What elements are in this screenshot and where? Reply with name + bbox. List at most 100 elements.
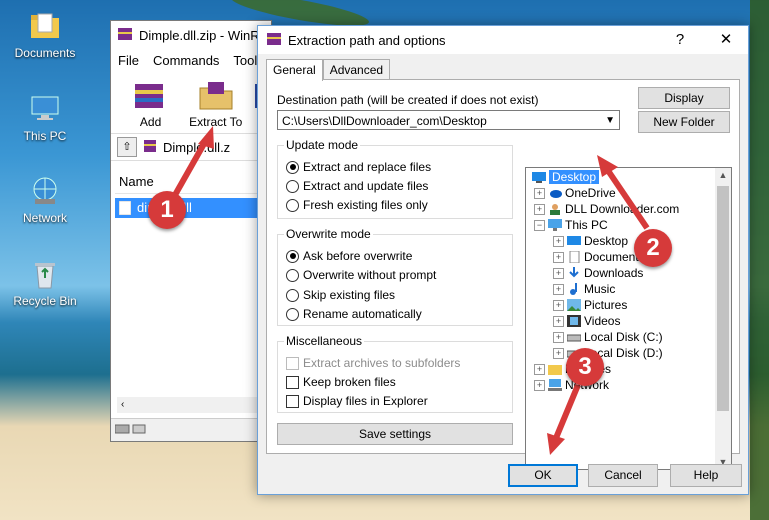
- expand-icon[interactable]: +: [534, 363, 545, 375]
- desktop-icon-this-pc[interactable]: This PC: [10, 93, 80, 143]
- tree-vertical-scrollbar[interactable]: ▲ ▼: [715, 168, 731, 469]
- user-folder-icon: [548, 203, 562, 215]
- computer-icon: [29, 93, 61, 125]
- radio-fresh-existing[interactable]: Fresh existing files only: [286, 198, 428, 212]
- desktop-icon-recycle-bin[interactable]: Recycle Bin: [10, 258, 80, 308]
- expand-icon[interactable]: +: [553, 299, 564, 311]
- tree-item-pictures[interactable]: + Pictures: [553, 297, 627, 313]
- dialog-app-icon: [266, 31, 282, 50]
- dialog-title: Extraction path and options: [288, 32, 446, 48]
- expand-icon[interactable]: +: [553, 331, 564, 343]
- expand-icon[interactable]: +: [553, 347, 564, 359]
- tree-item-label: This PC: [565, 218, 608, 232]
- radio-skip-existing[interactable]: Skip existing files: [286, 288, 395, 302]
- overwrite-mode-group: Overwrite mode Ask before overwrite Over…: [277, 227, 513, 326]
- display-button[interactable]: Display: [638, 87, 730, 109]
- tree-item-downloads[interactable]: + Downloads: [553, 265, 643, 281]
- expand-icon[interactable]: +: [553, 283, 564, 295]
- tree-item-local-disk-c[interactable]: + Local Disk (C:): [553, 329, 663, 345]
- save-settings-button[interactable]: Save settings: [277, 423, 513, 445]
- tree-item-videos[interactable]: + Videos: [553, 313, 620, 329]
- radio-extract-update[interactable]: Extract and update files: [286, 179, 428, 193]
- file-row[interactable]: dimple.dll: [115, 198, 265, 218]
- dialog-title-bar[interactable]: Extraction path and options ? ✕: [258, 26, 748, 54]
- tree-item-documents[interactable]: + Documents: [553, 249, 645, 265]
- checkbox-extract-to-subfolders: Extract archives to subfolders: [286, 356, 460, 370]
- chevron-down-icon: ▼: [605, 115, 615, 126]
- menu-file[interactable]: File: [118, 53, 139, 68]
- palm-leaf-decoration: [750, 0, 769, 520]
- radio-unselected: [286, 307, 299, 321]
- documents-folder-icon: [29, 10, 61, 42]
- close-icon[interactable]: ✕: [706, 26, 746, 54]
- destination-path-combo[interactable]: C:\Users\DllDownloader_com\Desktop ▼: [277, 110, 620, 130]
- computer-icon: [548, 219, 562, 231]
- column-header-name[interactable]: Name: [115, 171, 265, 194]
- winrar-window: Dimple.dll.zip - WinR File Commands Tool…: [110, 20, 272, 442]
- expand-icon[interactable]: +: [553, 251, 564, 263]
- radio-label: Skip existing files: [303, 288, 396, 302]
- expand-icon[interactable]: +: [534, 379, 545, 391]
- add-button[interactable]: Add: [121, 78, 180, 133]
- annotation-badge-1: 1: [148, 191, 186, 229]
- ok-button[interactable]: OK: [508, 464, 578, 487]
- radio-label: Rename automatically: [303, 307, 422, 321]
- help-icon[interactable]: ?: [660, 26, 700, 54]
- winrar-toolbar: Add Extract To T: [111, 71, 271, 134]
- expand-icon[interactable]: +: [553, 315, 564, 327]
- expand-icon[interactable]: +: [534, 203, 545, 215]
- radio-overwrite-without-prompt[interactable]: Overwrite without prompt: [286, 268, 436, 282]
- checkbox-keep-broken-files[interactable]: Keep broken files: [286, 375, 396, 389]
- music-icon: [567, 283, 581, 295]
- desktop-folder-icon: [567, 235, 581, 247]
- checkbox-display-in-explorer[interactable]: Display files in Explorer: [286, 394, 428, 408]
- update-mode-title: Update mode: [284, 138, 361, 152]
- libraries-icon: [548, 363, 562, 375]
- drive-icon: [566, 331, 582, 343]
- cancel-button[interactable]: Cancel: [588, 464, 658, 487]
- dialog-tabs: General Advanced: [266, 59, 391, 81]
- radio-ask-before[interactable]: Ask before overwrite: [286, 249, 412, 263]
- tree-item-desktop-root[interactable]: Desktop: [532, 169, 600, 185]
- add-button-label: Add: [139, 115, 162, 129]
- desktop-folder-icon: [532, 171, 546, 183]
- tab-general[interactable]: General: [266, 59, 323, 81]
- tree-item-dll-downloader[interactable]: + DLL Downloader.com: [534, 201, 679, 217]
- checkbox-label: Display files in Explorer: [303, 394, 428, 408]
- up-folder-button[interactable]: ⇧: [117, 137, 137, 157]
- horizontal-scrollbar[interactable]: ‹: [117, 397, 267, 413]
- tree-item-label: Downloads: [584, 266, 644, 280]
- tree-item-onedrive[interactable]: + OneDrive: [534, 185, 616, 201]
- radio-extract-replace[interactable]: Extract and replace files: [286, 160, 431, 174]
- expand-icon[interactable]: +: [553, 235, 564, 247]
- desktop-icon-documents[interactable]: Documents: [10, 10, 80, 60]
- collapse-icon[interactable]: −: [534, 219, 545, 231]
- extract-to-button[interactable]: Extract To: [186, 78, 245, 133]
- recycle-bin-icon: [29, 258, 61, 290]
- desktop-icon-network[interactable]: Network: [10, 175, 80, 225]
- help-button[interactable]: Help: [670, 464, 742, 487]
- menu-commands[interactable]: Commands: [153, 53, 219, 68]
- radio-rename-automatically[interactable]: Rename automatically: [286, 307, 422, 321]
- radio-label: Fresh existing files only: [303, 198, 428, 212]
- tree-item-desktop[interactable]: + Desktop: [553, 233, 628, 249]
- expand-icon[interactable]: +: [534, 187, 545, 199]
- tree-item-this-pc[interactable]: − This PC: [534, 217, 608, 233]
- folder-tree[interactable]: Desktop + OneDrive + DLL Downloader.com …: [525, 167, 732, 470]
- drive-status-icon: [114, 423, 147, 438]
- tab-advanced[interactable]: Advanced: [322, 59, 391, 80]
- tree-item-label: Videos: [584, 314, 621, 328]
- videos-icon: [567, 315, 581, 327]
- new-folder-button[interactable]: New Folder: [638, 111, 730, 133]
- scroll-up-icon[interactable]: ▲: [715, 170, 731, 180]
- winrar-path: Dimple.dll.z: [163, 139, 231, 155]
- tree-item-music[interactable]: + Music: [553, 281, 615, 297]
- winrar-menu-bar: File Commands Tools: [111, 49, 271, 71]
- expand-icon[interactable]: +: [553, 267, 564, 279]
- scrollbar-thumb[interactable]: [717, 186, 729, 411]
- desktop-icon-label: This PC: [23, 129, 67, 143]
- winrar-title-bar[interactable]: Dimple.dll.zip - WinR: [111, 21, 271, 49]
- winrar-app-icon: [117, 26, 133, 45]
- destination-label: Destination path (will be created if doe…: [277, 93, 539, 107]
- dll-file-icon: [118, 200, 132, 221]
